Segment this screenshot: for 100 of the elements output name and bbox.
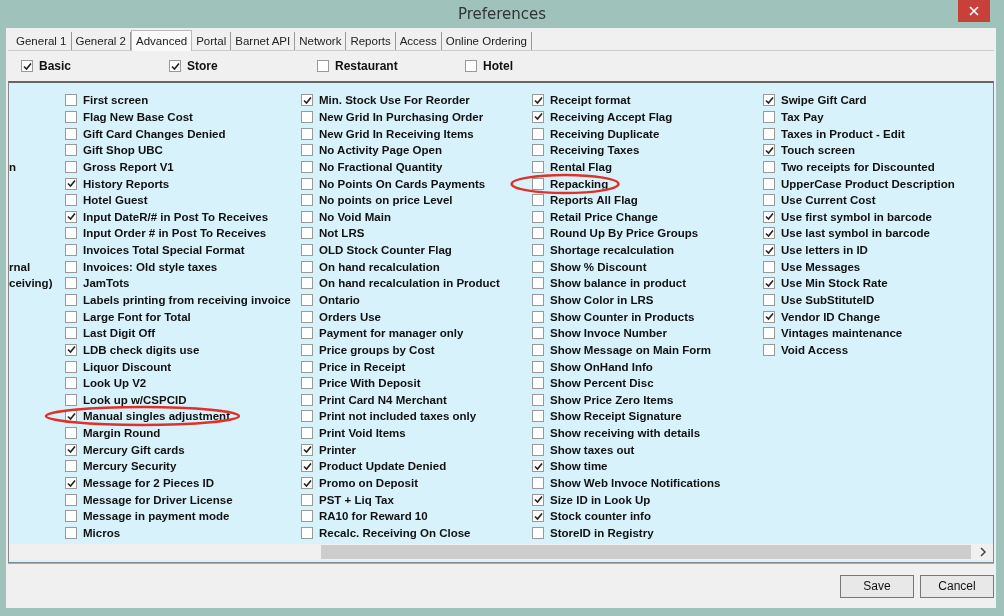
checkbox[interactable] [65, 526, 77, 539]
tab[interactable]: Advanced [131, 30, 193, 51]
checkbox[interactable] [532, 510, 544, 523]
checkbox[interactable] [532, 260, 544, 273]
checkbox[interactable] [763, 244, 775, 257]
checkbox[interactable] [301, 377, 313, 390]
checkbox[interactable] [301, 410, 313, 423]
checkbox[interactable] [301, 210, 313, 223]
checkbox[interactable] [301, 493, 313, 506]
checkbox[interactable] [532, 177, 544, 190]
checkbox[interactable] [532, 194, 544, 207]
checkbox[interactable] [21, 60, 33, 72]
checkbox[interactable] [65, 244, 77, 257]
checkbox[interactable] [65, 360, 77, 373]
checkbox[interactable] [532, 493, 544, 506]
checkbox[interactable] [65, 94, 77, 107]
checkbox[interactable] [532, 410, 544, 423]
checkbox[interactable] [763, 144, 775, 157]
close-button[interactable] [958, 0, 990, 22]
checkbox[interactable] [532, 460, 544, 473]
checkbox[interactable] [301, 127, 313, 140]
checkbox[interactable] [301, 177, 313, 190]
checkbox[interactable] [301, 443, 313, 456]
checkbox[interactable] [65, 460, 77, 473]
checkbox[interactable] [301, 510, 313, 523]
checkbox[interactable] [763, 110, 775, 123]
checkbox[interactable] [532, 310, 544, 323]
checkbox[interactable] [65, 510, 77, 523]
checkbox[interactable] [65, 294, 77, 306]
checkbox[interactable] [65, 160, 77, 173]
checkbox[interactable] [763, 260, 775, 273]
checkbox[interactable] [532, 377, 544, 390]
checkbox[interactable] [465, 60, 477, 72]
horizontal-scrollbar[interactable] [9, 544, 993, 560]
checkbox[interactable] [763, 160, 775, 173]
checkbox[interactable] [532, 360, 544, 373]
checkbox[interactable] [763, 227, 775, 240]
checkbox[interactable] [301, 477, 313, 490]
checkbox[interactable] [301, 144, 313, 157]
checkbox[interactable] [763, 194, 775, 207]
checkbox[interactable] [301, 427, 313, 440]
checkbox[interactable] [532, 160, 544, 173]
checkbox[interactable] [65, 260, 77, 273]
checkbox[interactable] [532, 443, 544, 456]
checkbox[interactable] [301, 327, 313, 340]
checkbox[interactable] [532, 294, 544, 306]
checkbox[interactable] [532, 127, 544, 140]
checkbox[interactable] [301, 526, 313, 539]
checkbox[interactable] [65, 443, 77, 456]
checkbox[interactable] [763, 127, 775, 140]
checkbox[interactable] [65, 177, 77, 190]
checkbox[interactable] [532, 110, 544, 123]
checkbox[interactable] [65, 194, 77, 207]
checkbox[interactable] [301, 393, 313, 406]
checkbox[interactable] [532, 477, 544, 490]
checkbox[interactable] [532, 343, 544, 356]
checkbox[interactable] [763, 177, 775, 190]
checkbox[interactable] [169, 60, 181, 72]
checkbox[interactable] [65, 327, 77, 340]
checkbox[interactable] [532, 244, 544, 257]
checkbox[interactable] [65, 277, 77, 290]
checkbox[interactable] [65, 477, 77, 490]
checkbox[interactable] [532, 227, 544, 240]
checkbox[interactable] [301, 294, 313, 306]
checkbox[interactable] [301, 244, 313, 257]
checkbox[interactable] [532, 144, 544, 157]
checkbox[interactable] [301, 110, 313, 123]
checkbox[interactable] [65, 393, 77, 406]
scrollbar-thumb[interactable] [321, 545, 971, 559]
checkbox[interactable] [65, 310, 77, 323]
checkbox[interactable] [301, 194, 313, 207]
checkbox[interactable] [65, 343, 77, 356]
checkbox[interactable] [317, 60, 329, 72]
checkbox[interactable] [532, 526, 544, 539]
checkbox[interactable] [532, 94, 544, 107]
checkbox[interactable] [301, 310, 313, 323]
checkbox[interactable] [763, 327, 775, 340]
checkbox[interactable] [763, 294, 775, 306]
dialog-button[interactable]: Save [840, 574, 914, 598]
checkbox[interactable] [65, 210, 77, 223]
checkbox[interactable] [65, 377, 77, 390]
checkbox[interactable] [65, 127, 77, 140]
checkbox[interactable] [532, 393, 544, 406]
checkbox[interactable] [763, 310, 775, 323]
checkbox[interactable] [65, 493, 77, 506]
checkbox[interactable] [532, 327, 544, 340]
checkbox[interactable] [301, 460, 313, 473]
checkbox[interactable] [65, 427, 77, 440]
checkbox[interactable] [65, 227, 77, 240]
checkbox[interactable] [301, 160, 313, 173]
checkbox[interactable] [532, 427, 544, 440]
checkbox[interactable] [532, 277, 544, 290]
checkbox[interactable] [65, 110, 77, 123]
checkbox[interactable] [65, 144, 77, 157]
checkbox[interactable] [301, 227, 313, 240]
checkbox[interactable] [763, 277, 775, 290]
dialog-button[interactable]: Cancel [920, 574, 994, 598]
checkbox[interactable] [301, 94, 313, 107]
checkbox[interactable] [301, 343, 313, 356]
checkbox[interactable] [301, 260, 313, 273]
